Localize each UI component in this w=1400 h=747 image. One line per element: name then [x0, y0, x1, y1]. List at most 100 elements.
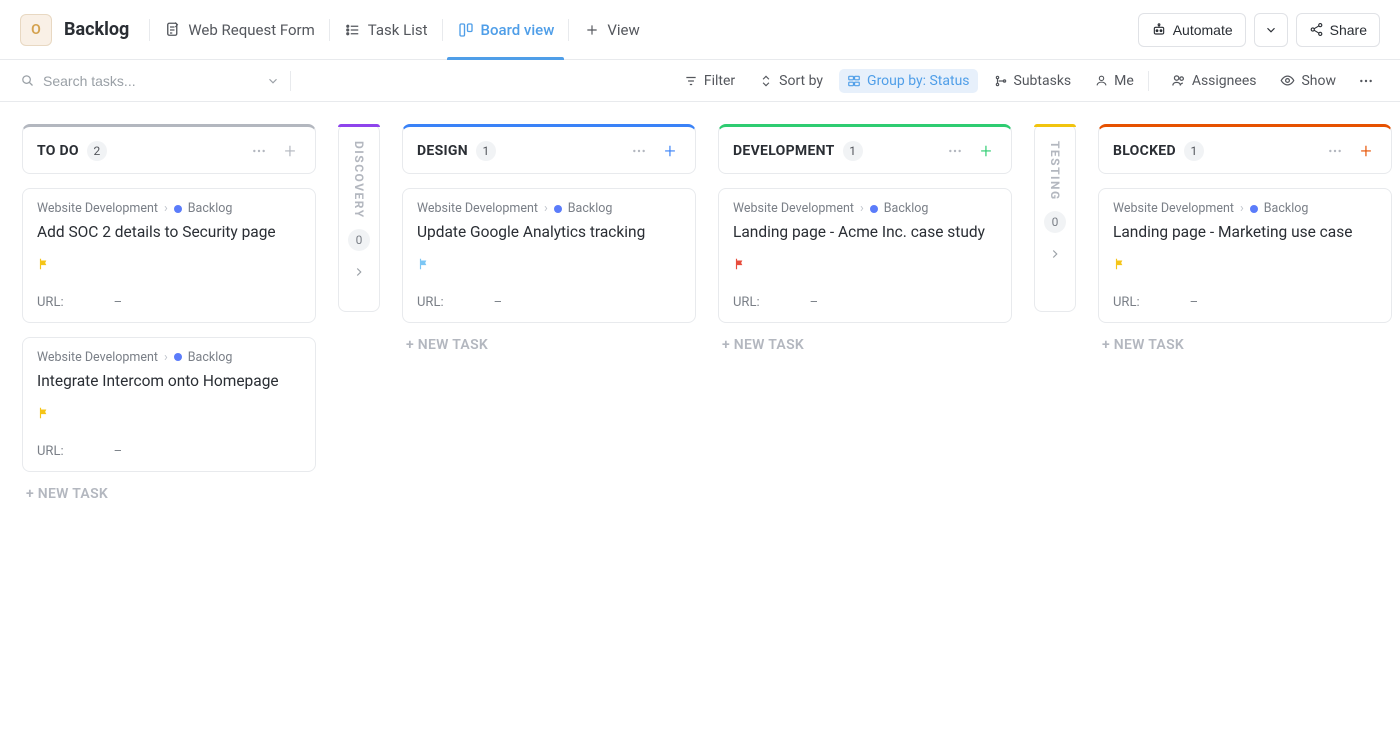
column-more-button[interactable]	[247, 139, 271, 163]
column-more-button[interactable]	[943, 139, 967, 163]
column-more-button[interactable]	[627, 139, 651, 163]
new-task-button[interactable]: + NEW TASK	[718, 337, 1012, 353]
url-value: –	[494, 295, 503, 310]
crumb-root: Website Development	[733, 201, 854, 216]
new-task-button[interactable]: + NEW TASK	[402, 337, 696, 353]
task-card[interactable]: Website Development › Backlog Add SOC 2 …	[22, 188, 316, 323]
column-header[interactable]: BLOCKED 1 +	[1098, 124, 1392, 174]
chevron-right-icon: ›	[860, 201, 864, 216]
column-title: TO DO	[37, 143, 79, 159]
subtasks-label: Subtasks	[1014, 73, 1072, 89]
board: TO DO 2 + Website Development › Backlog …	[0, 102, 1400, 747]
priority-flag-icon[interactable]	[733, 257, 747, 271]
assignees-button[interactable]: Assignees	[1163, 69, 1265, 93]
column-todo: TO DO 2 + Website Development › Backlog …	[22, 124, 316, 725]
search-input[interactable]	[43, 73, 258, 89]
list-icon	[344, 21, 362, 39]
chevron-down-icon[interactable]	[266, 74, 280, 88]
column-more-button[interactable]	[1323, 139, 1347, 163]
breadcrumb: Website Development › Backlog	[1113, 201, 1377, 216]
sort-button[interactable]: Sort by	[751, 69, 831, 93]
breadcrumb: Website Development › Backlog	[733, 201, 997, 216]
tab-add-view[interactable]: View	[569, 0, 653, 59]
filter-label: Filter	[704, 73, 735, 89]
crumb-leaf: Backlog	[884, 201, 929, 216]
toolbar: Filter Sort by Group by: Status Subtasks…	[0, 60, 1400, 102]
url-value: –	[810, 295, 819, 310]
card-title: Add SOC 2 details to Security page	[37, 222, 301, 243]
task-card[interactable]: Website Development › Backlog Update Goo…	[402, 188, 696, 323]
header-actions: Automate Share	[1138, 13, 1380, 47]
priority-flag-icon[interactable]	[37, 257, 51, 271]
column-discovery-collapsed[interactable]: DISCOVERY 0	[338, 124, 380, 725]
task-card[interactable]: Website Development › Backlog Integrate …	[22, 337, 316, 472]
status-dot-icon	[554, 205, 562, 213]
task-card[interactable]: Website Development › Backlog Landing pa…	[1098, 188, 1392, 323]
show-button[interactable]: Show	[1272, 69, 1344, 93]
tab-web-request-form[interactable]: Web Request Form	[150, 0, 328, 59]
person-icon	[1095, 74, 1108, 87]
me-button[interactable]: Me	[1087, 69, 1142, 93]
url-label: URL:	[37, 295, 64, 310]
share-button[interactable]: Share	[1296, 13, 1380, 47]
priority-flag-icon[interactable]	[37, 406, 51, 420]
view-tabs: Web Request Form Task List Board view Vi…	[150, 0, 1137, 59]
column-count: 2	[87, 141, 107, 161]
card-title: Landing page - Marketing use case	[1113, 222, 1377, 243]
crumb-leaf: Backlog	[188, 350, 233, 365]
column-header[interactable]: TO DO 2 +	[22, 124, 316, 174]
more-button[interactable]	[1352, 69, 1380, 93]
expand-column-button[interactable]	[1048, 247, 1062, 261]
group-by-button[interactable]: Group by: Status	[839, 69, 977, 93]
breadcrumb: Website Development › Backlog	[37, 201, 301, 216]
eye-icon	[1280, 73, 1295, 88]
automate-dropdown[interactable]	[1254, 13, 1288, 47]
column-add-button[interactable]: +	[659, 140, 681, 162]
column-add-button[interactable]: +	[279, 140, 301, 162]
priority-flag-icon[interactable]	[417, 257, 431, 271]
column-add-button[interactable]: +	[1355, 140, 1377, 162]
expand-column-button[interactable]	[352, 265, 366, 279]
column-count: 1	[843, 141, 863, 161]
status-dot-icon	[174, 353, 182, 361]
tab-label: Web Request Form	[188, 21, 314, 39]
tab-label: View	[607, 21, 639, 39]
new-task-button[interactable]: + NEW TASK	[1098, 337, 1392, 353]
url-label: URL:	[1113, 295, 1140, 310]
subtasks-button[interactable]: Subtasks	[986, 69, 1080, 93]
column-header[interactable]: DESIGN 1 +	[402, 124, 696, 174]
card-title: Update Google Analytics track­ing	[417, 222, 681, 243]
status-dot-icon	[1250, 205, 1258, 213]
search-icon	[20, 73, 35, 88]
url-value: –	[1190, 295, 1199, 310]
filter-button[interactable]: Filter	[676, 69, 743, 93]
crumb-root: Website Development	[37, 350, 158, 365]
group-icon	[847, 74, 861, 88]
chevron-right-icon: ›	[164, 350, 168, 365]
sort-label: Sort by	[779, 73, 823, 89]
url-label: URL:	[733, 295, 760, 310]
divider	[1148, 71, 1149, 91]
chevron-right-icon: ›	[544, 201, 548, 216]
search-box[interactable]	[20, 73, 280, 89]
tab-task-list[interactable]: Task List	[330, 0, 442, 59]
column-add-button[interactable]: +	[975, 140, 997, 162]
show-label: Show	[1301, 73, 1336, 89]
column-count: 0	[348, 229, 370, 251]
column-title: DESIGN	[417, 143, 468, 159]
new-task-button[interactable]: + NEW TASK	[22, 486, 316, 502]
dots-icon	[1358, 73, 1374, 89]
breadcrumb: Website Development › Backlog	[417, 201, 681, 216]
task-card[interactable]: Website Development › Backlog Landing pa…	[718, 188, 1012, 323]
status-dot-icon	[174, 205, 182, 213]
card-title: Landing page - Acme Inc. case study	[733, 222, 997, 243]
column-header[interactable]: DEVELOPMENT 1 +	[718, 124, 1012, 174]
automate-button[interactable]: Automate	[1138, 13, 1246, 47]
space-avatar[interactable]: O	[20, 14, 52, 46]
top-header: O Backlog Web Request Form Task List Boa…	[0, 0, 1400, 60]
column-title: DEVELOPMENT	[733, 143, 835, 159]
column-testing-collapsed[interactable]: TESTING 0	[1034, 124, 1076, 725]
crumb-root: Website Development	[1113, 201, 1234, 216]
tab-board-view[interactable]: Board view	[443, 0, 569, 59]
priority-flag-icon[interactable]	[1113, 257, 1127, 271]
